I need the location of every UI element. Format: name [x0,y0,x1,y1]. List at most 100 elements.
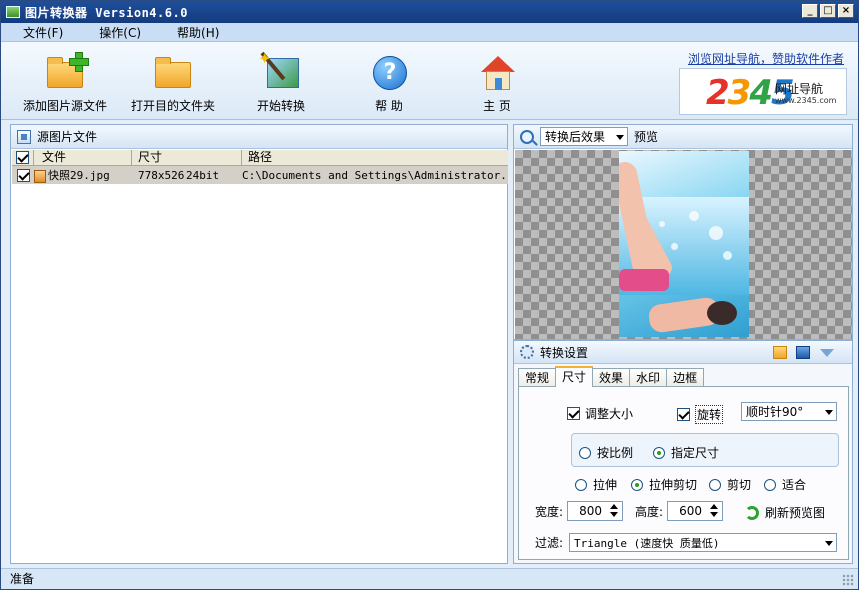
resize-option[interactable]: 调整大小 [567,405,633,422]
image-file-icon [34,169,46,183]
by-ratio-label: 按比例 [597,446,634,460]
help-label: 帮 助 [375,99,403,113]
window-controls: _ □ × [802,4,854,18]
fit-stretch-crop-option[interactable]: 拉伸剪切 [631,476,697,493]
tab-effect[interactable]: 效果 [592,368,631,387]
status-bar: 准备 [1,568,858,589]
file-bitdepth: 24bit [186,168,220,182]
rotate-option[interactable]: 旋转 [677,405,724,424]
maximize-button[interactable]: □ [820,4,836,18]
open-dest-button[interactable]: 打开目的文件夹 [123,54,223,114]
preview-image [619,151,749,337]
rotate-label: 旋转 [695,405,724,424]
home-button[interactable]: 主 页 [447,54,547,114]
spinner-arrows-icon[interactable] [607,503,621,519]
help-button[interactable]: ? 帮 助 [339,54,439,114]
by-ratio-option[interactable]: 按比例 [579,444,633,461]
preview-canvas [515,150,852,339]
minimize-button[interactable]: _ [802,4,818,18]
preview-label: 预览 [634,130,659,144]
start-convert-label: 开始转换 [256,99,305,113]
preview-mode-select[interactable]: 转换后效果 [540,127,628,146]
height-value: 600 [679,504,703,518]
table-row[interactable]: 快照29.jpg 778x526 24bit C:\Documents and … [12,166,508,184]
height-label: 高度: [635,504,664,519]
column-size[interactable]: 尺寸 [132,150,242,166]
fit-crop-option[interactable]: 剪切 [709,476,751,493]
window-title: 图片转换器 Version4.6.0 [25,5,188,20]
save-icon[interactable] [796,346,810,359]
home-label: 主 页 [483,99,511,113]
tab-border[interactable]: 边框 [666,368,705,387]
file-name: 快照29.jpg [48,169,110,182]
magic-wand-icon [258,49,301,92]
select-all-column[interactable] [12,150,34,166]
filter-select[interactable]: Triangle (速度快 质量低) [569,533,838,552]
by-size-option[interactable]: 指定尺寸 [653,444,719,461]
source-panel-header: 源图片文件 [11,125,507,149]
folder-icon [153,54,193,92]
fit-stretch-radio[interactable] [575,478,587,491]
file-list-header: 文件 尺寸 路径 [12,150,508,166]
gear-icon [520,345,534,359]
by-size-radio[interactable] [653,446,665,459]
settings-header: 转换设置 [514,341,852,364]
resize-checkbox[interactable] [567,407,580,420]
sponsor-banner[interactable]: 2345 网址导航 www.2345.com [679,68,847,115]
fit-fit-radio[interactable] [764,478,776,491]
help-icon: ? [369,54,409,92]
open-dest-label: 打开目的文件夹 [130,99,215,113]
app-icon [6,6,20,18]
menu-operate[interactable]: 操作(C) [77,24,155,41]
preview-panel: 转换后效果 预览 [513,124,853,340]
by-ratio-radio[interactable] [579,446,591,459]
resize-grip-icon[interactable] [842,574,854,586]
start-convert-button[interactable]: 开始转换 [231,49,331,114]
row-checkbox[interactable] [17,168,30,182]
filter-label: 过滤: [535,536,564,550]
menu-file[interactable]: 文件(F) [1,24,77,41]
fit-crop-label: 剪切 [727,478,752,492]
fit-stretch-label: 拉伸 [593,478,618,492]
settings-title: 转换设置 [540,345,589,360]
file-path: C:\Documents and Settings\Administrator.… [242,168,508,182]
width-spinner[interactable]: 800 [567,501,624,521]
rotate-direction-select[interactable]: 顺时针90° [741,402,837,421]
app-window: 图片转换器 Version4.6.0 _ □ × 文件(F) 操作(C) 帮助(… [0,0,859,590]
add-source-button[interactable]: 添加图片源文件 [15,52,115,114]
rotate-checkbox[interactable] [677,408,690,421]
fit-fit-option[interactable]: 适合 [764,476,806,493]
fit-stretch-option[interactable]: 拉伸 [575,476,617,493]
chevron-down-icon [825,541,834,546]
collapse-icon[interactable] [820,349,834,357]
column-path[interactable]: 路径 [242,150,508,166]
fit-stretch-crop-label: 拉伸剪切 [649,478,698,492]
close-button[interactable]: × [838,4,854,18]
tab-watermark[interactable]: 水印 [629,368,668,387]
open-folder-icon[interactable] [773,346,787,359]
width-value: 800 [579,504,603,518]
height-spinner[interactable]: 600 [667,501,724,521]
menu-help[interactable]: 帮助(H) [155,24,233,41]
fit-stretch-crop-radio[interactable] [631,478,643,491]
source-panel-title: 源图片文件 [37,130,98,144]
preview-header: 转换后效果 预览 [514,125,852,149]
tab-general[interactable]: 常规 [518,368,557,387]
spinner-arrows-icon[interactable] [707,503,721,519]
refresh-icon [745,505,759,520]
sponsor-link[interactable]: 浏览网址导航，赞助软件作者 [688,50,844,67]
tab-size[interactable]: 尺寸 [555,366,594,387]
column-file[interactable]: 文件 [34,150,132,166]
chevron-down-icon [616,135,624,140]
refresh-preview-label: 刷新预览图 [765,506,826,520]
chevron-down-icon [825,410,833,415]
status-text: 准备 [10,572,35,586]
size-tab-body: 调整大小 旋转 顺时针90° 按比例 指定尺寸 拉伸 拉伸剪切 剪切 适合 宽度… [518,386,849,560]
select-all-checkbox[interactable] [16,151,29,164]
fit-crop-radio[interactable] [709,478,721,491]
home-icon [477,54,517,92]
rotate-direction-value: 顺时针90° [746,405,804,419]
refresh-preview-button[interactable]: 刷新预览图 [745,504,825,521]
file-dimensions: 778x526 [138,168,185,182]
menu-bar: 文件(F) 操作(C) 帮助(H) [1,23,858,42]
